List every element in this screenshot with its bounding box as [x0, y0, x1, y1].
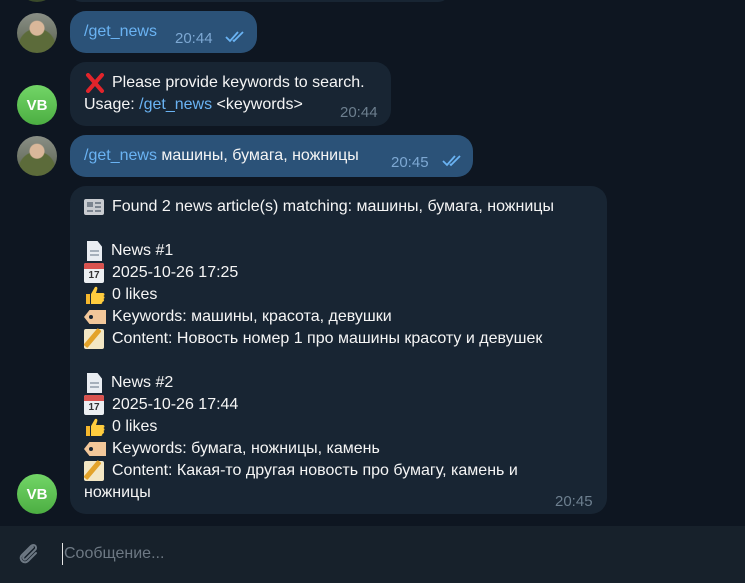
- news-likes: 0 likes: [112, 286, 158, 303]
- outgoing-message[interactable]: /get_news 20:44: [70, 11, 257, 53]
- outgoing-message[interactable]: /get_news машины, бумага, ножницы 20:45: [70, 135, 473, 177]
- message-header: Found 2 news article(s) matching: машины…: [112, 198, 554, 215]
- news-content: Content: Новость номер 1 про машины крас…: [112, 330, 543, 347]
- double-check-icon: [442, 155, 461, 167]
- user-avatar[interactable]: [17, 13, 57, 53]
- message-text: Usage:: [84, 96, 140, 113]
- news-date: 2025-10-26 17:44: [112, 396, 239, 413]
- label-tag-icon: [84, 310, 106, 324]
- command-link[interactable]: /get_news: [139, 94, 212, 116]
- thumbs-up-icon: [86, 286, 105, 304]
- user-avatar[interactable]: [17, 136, 57, 176]
- news-title: News #2: [111, 374, 174, 391]
- page-icon: [87, 373, 102, 393]
- user-avatar[interactable]: [17, 0, 57, 2]
- calendar-icon: [84, 263, 104, 283]
- news-keywords: Keywords: бумага, ножницы, камень: [112, 440, 380, 457]
- news-likes: 0 likes: [112, 418, 158, 435]
- page-icon: [87, 241, 102, 261]
- cross-mark-icon: [86, 73, 104, 93]
- message-input[interactable]: [64, 541, 664, 567]
- news-title: News #1: [111, 242, 174, 259]
- newspaper-icon: [84, 199, 104, 215]
- bot-avatar[interactable]: VB: [17, 85, 57, 125]
- message-text: <keywords>: [212, 96, 303, 113]
- message-text: Please provide keywords to search.: [112, 74, 365, 91]
- calendar-icon: [84, 395, 104, 415]
- bot-avatar[interactable]: VB: [17, 474, 57, 514]
- command-link[interactable]: /get_news: [84, 21, 157, 43]
- label-tag-icon: [84, 442, 106, 456]
- message-time: 20:44: [175, 30, 213, 47]
- thumbs-up-icon: [86, 418, 105, 436]
- message-bubble: [70, 0, 450, 2]
- news-content: Content: Какая-то другая новость про бум…: [112, 462, 518, 479]
- news-keywords: Keywords: машины, красота, девушки: [112, 308, 392, 325]
- memo-icon: [84, 461, 104, 481]
- message-time: 20:45: [391, 154, 429, 171]
- news-content: ножницы: [84, 484, 151, 501]
- text-cursor: [62, 543, 63, 565]
- news-date: 2025-10-26 17:25: [112, 264, 239, 281]
- message-text: машины, бумага, ножницы: [156, 147, 359, 164]
- message-time: 20:45: [555, 493, 593, 510]
- attach-paperclip-icon[interactable]: [15, 540, 43, 568]
- message-time: 20:44: [340, 104, 378, 121]
- double-check-icon: [225, 31, 244, 43]
- memo-icon: [84, 329, 104, 349]
- incoming-message[interactable]: Please provide keywords to search. Usage…: [70, 62, 391, 126]
- chat-history[interactable]: /get_news 20:44 VB Please provide keywor…: [0, 0, 745, 526]
- incoming-message[interactable]: Found 2 news article(s) matching: машины…: [70, 186, 607, 514]
- command-link[interactable]: /get_news: [84, 145, 157, 167]
